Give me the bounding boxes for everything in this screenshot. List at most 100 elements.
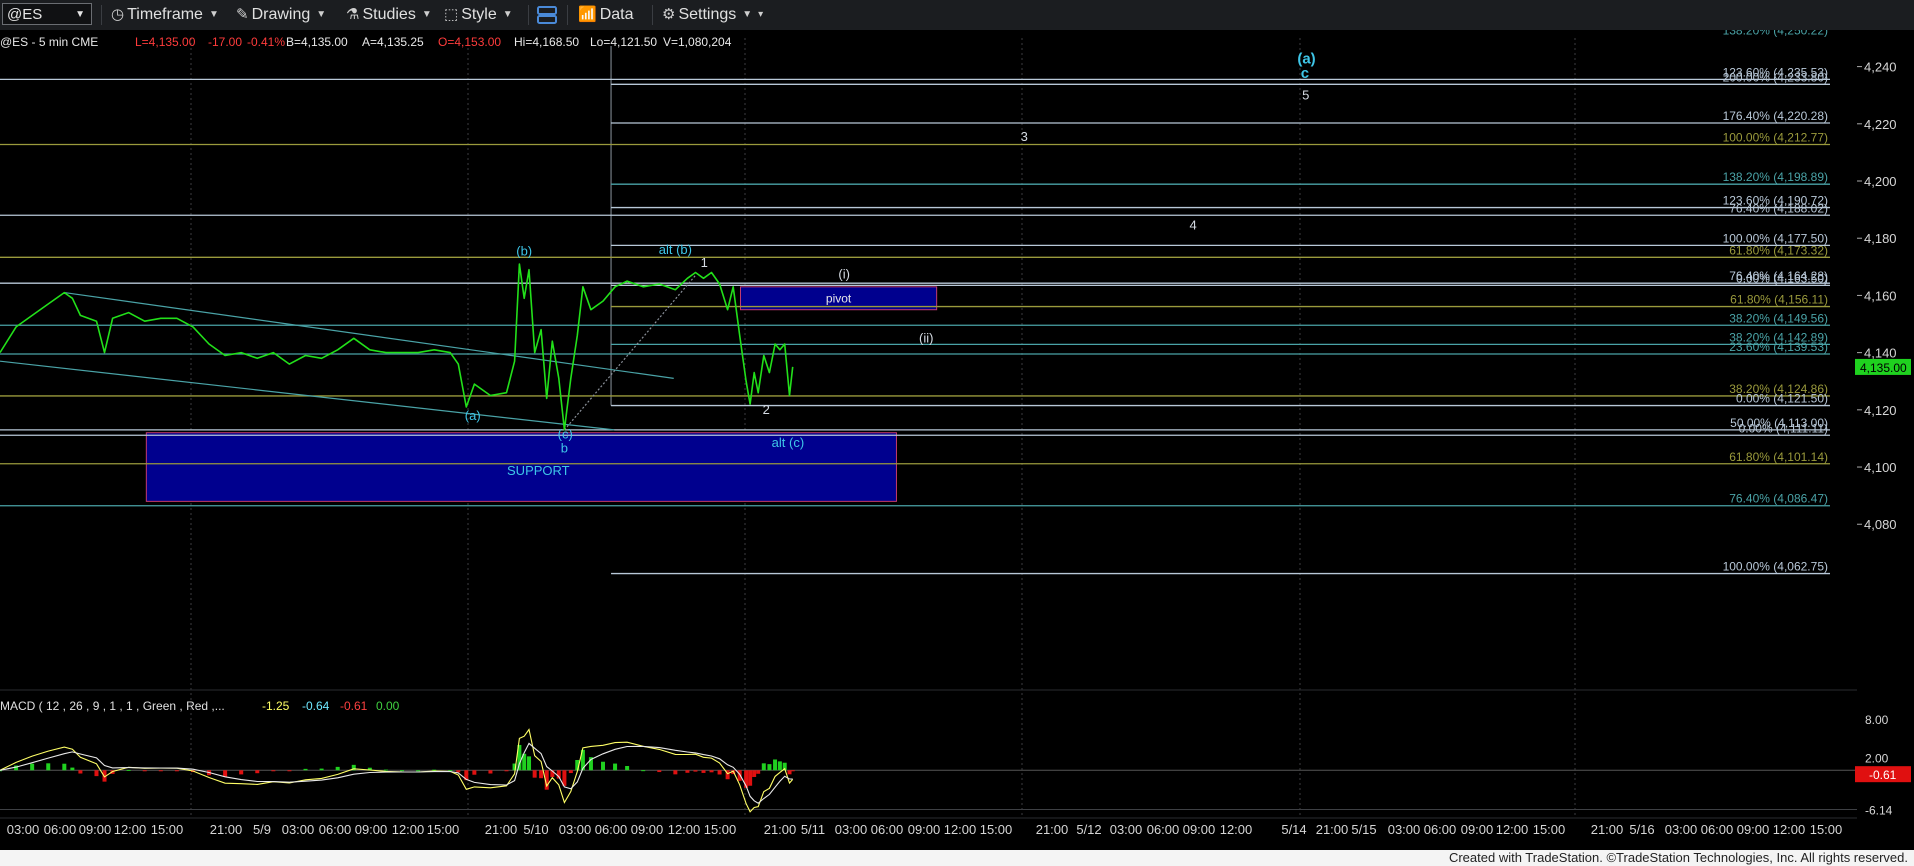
wave-label: (a) bbox=[465, 408, 481, 423]
x-tick-label: 09:00 bbox=[908, 822, 941, 837]
macd-histogram-bar bbox=[709, 770, 714, 773]
studies-button[interactable]: ⚗ Studies ▼ bbox=[346, 0, 432, 30]
fib-level-label: 138.20% (4,198.89) bbox=[1723, 170, 1828, 184]
x-tick-label: 15:00 bbox=[704, 822, 737, 837]
y-tick-label: 4,160 bbox=[1864, 288, 1897, 303]
y-tick-label: 4,180 bbox=[1864, 231, 1897, 246]
toolbar-divider bbox=[652, 5, 653, 25]
timeframe-label: Timeframe bbox=[127, 6, 203, 24]
data-label: Data bbox=[599, 6, 634, 23]
x-tick-label: 15:00 bbox=[1810, 822, 1843, 837]
macd-histogram-bar bbox=[790, 770, 795, 772]
y-tick-label: 4,220 bbox=[1864, 117, 1897, 132]
fib-level-label: 61.80% (4,101.14) bbox=[1729, 450, 1828, 464]
header-Hi: Hi=4,168.50 bbox=[514, 35, 579, 49]
macd-histogram-bar bbox=[641, 770, 646, 772]
layout-button[interactable] bbox=[536, 0, 558, 30]
fib-level-label: 100.00% (4,212.77) bbox=[1723, 130, 1828, 144]
x-tick-label: 03:00 bbox=[282, 822, 315, 837]
macd-y-tick: -6.14 bbox=[1865, 804, 1893, 818]
wave-label: (i) bbox=[838, 266, 850, 281]
macd-histogram-bar bbox=[685, 770, 690, 773]
x-tick-label: 21:00 bbox=[210, 822, 243, 837]
wave-label: alt (b) bbox=[659, 242, 692, 257]
x-tick-label: 5/14 bbox=[1281, 822, 1306, 837]
macd-value: -1.25 bbox=[262, 699, 290, 713]
header-chg: -17.00 bbox=[208, 35, 242, 49]
x-tick-label: 09:00 bbox=[1183, 822, 1216, 837]
fib-level-label: 138.20% (4,250.22) bbox=[1723, 30, 1828, 37]
fib-level-label: 23.60% (4,139.53) bbox=[1729, 340, 1828, 354]
flask-icon: ⚗ bbox=[346, 6, 360, 24]
header-Lo: Lo=4,121.50 bbox=[590, 35, 657, 49]
drawing-button[interactable]: ✎ Drawing ▼ bbox=[236, 0, 326, 30]
x-tick-label: 03:00 bbox=[1388, 822, 1421, 837]
style-label: Style bbox=[461, 6, 497, 24]
macd-value: -0.61 bbox=[340, 699, 368, 713]
x-tick-label: 12:00 bbox=[668, 822, 701, 837]
data-button[interactable]: 📶 Data bbox=[578, 0, 633, 30]
chevron-down-icon: ▼ bbox=[742, 9, 753, 20]
style-button[interactable]: ⬚ Style ▼ bbox=[444, 0, 513, 30]
header-A: A=4,135.25 bbox=[362, 35, 424, 49]
macd-histogram-bar bbox=[752, 770, 757, 777]
wave-label: (ii) bbox=[919, 331, 933, 346]
wave-label: 3 bbox=[1021, 129, 1028, 144]
chevron-down-icon: ▼ bbox=[421, 9, 432, 20]
x-tick-label: 21:00 bbox=[1036, 822, 1069, 837]
macd-histogram-bar bbox=[527, 756, 532, 771]
macd-value: 0.00 bbox=[376, 699, 400, 713]
price-chart[interactable]: @ES - 5 min CME L=4,135.00 -17.00 -0.41% B=4… bbox=[0, 30, 1914, 850]
pencil-icon: ✎ bbox=[236, 6, 249, 24]
fib-level-label: 0.00% (4,121.50) bbox=[1736, 392, 1828, 406]
macd-histogram-bar bbox=[94, 770, 99, 777]
macd-histogram-bar bbox=[174, 770, 179, 772]
x-tick-label: 03:00 bbox=[559, 822, 592, 837]
fib-level-label: 61.80% (4,173.32) bbox=[1729, 243, 1828, 257]
fib-level-label: 38.20% (4,149.56) bbox=[1729, 311, 1828, 325]
fib-level-label: 0.00% (4,163.50) bbox=[1736, 271, 1828, 285]
macd-histogram-bar bbox=[456, 770, 461, 773]
x-tick-label: 09:00 bbox=[1461, 822, 1494, 837]
macd-histogram-bar bbox=[271, 770, 276, 772]
y-tick-label: 4,120 bbox=[1864, 403, 1897, 418]
macd-histogram-bar bbox=[303, 768, 308, 771]
wave-label: 5 bbox=[1302, 87, 1309, 102]
fib-level-label: 61.80% (4,156.11) bbox=[1730, 293, 1828, 307]
macd-histogram-bar bbox=[223, 770, 228, 777]
timeframe-button[interactable]: ◷ Timeframe ▼ bbox=[111, 0, 219, 30]
macd-histogram-bar bbox=[416, 770, 421, 772]
x-tick-label: 12:00 bbox=[1496, 822, 1529, 837]
chevron-down-icon: ▼ bbox=[502, 9, 513, 20]
chevron-down-icon: ▾ bbox=[758, 9, 764, 20]
style-icon: ⬚ bbox=[444, 6, 459, 24]
symbol-input[interactable]: @ES ▼ bbox=[2, 3, 92, 25]
fib-level-label: 200.00% (4,233.80) bbox=[1723, 70, 1828, 84]
x-tick-label: 12:00 bbox=[944, 822, 977, 837]
macd-y-tick: 2.00 bbox=[1865, 752, 1889, 766]
fib-level-label: 76.40% (4,086.47) bbox=[1729, 492, 1828, 506]
y-tick-label: 4,200 bbox=[1864, 174, 1897, 189]
y-tick-label: 4,140 bbox=[1864, 346, 1897, 361]
x-tick-label: 09:00 bbox=[79, 822, 112, 837]
macd-histogram-bar bbox=[400, 770, 404, 772]
x-tick-label: 03:00 bbox=[835, 822, 868, 837]
x-tick-label: 5/12 bbox=[1076, 822, 1101, 837]
macd-histogram-bar bbox=[30, 763, 35, 771]
fib-level-label: 0.00% (4,111.11) bbox=[1739, 421, 1828, 435]
x-tick-label: 06:00 bbox=[44, 822, 77, 837]
y-tick-label: 4,240 bbox=[1864, 60, 1897, 75]
macd-histogram-bar bbox=[319, 768, 324, 771]
header-symbol_info: @ES - 5 min CME bbox=[0, 35, 98, 49]
footer: Created with TradeStation. ©TradeStation… bbox=[0, 850, 1914, 866]
x-tick-label: 06:00 bbox=[319, 822, 352, 837]
x-tick-label: 15:00 bbox=[1533, 822, 1566, 837]
chevron-down-icon: ▼ bbox=[208, 9, 219, 20]
x-tick-label: 12:00 bbox=[392, 822, 425, 837]
y-tick-label: 4,080 bbox=[1864, 517, 1897, 532]
wave-label: 4 bbox=[1190, 218, 1197, 233]
settings-button[interactable]: ⚙ Settings ▼ ▾ bbox=[662, 0, 763, 30]
macd-histogram-bar bbox=[472, 770, 477, 775]
y-tick-label: 4,100 bbox=[1864, 460, 1897, 475]
macd-histogram-bar bbox=[539, 770, 544, 779]
